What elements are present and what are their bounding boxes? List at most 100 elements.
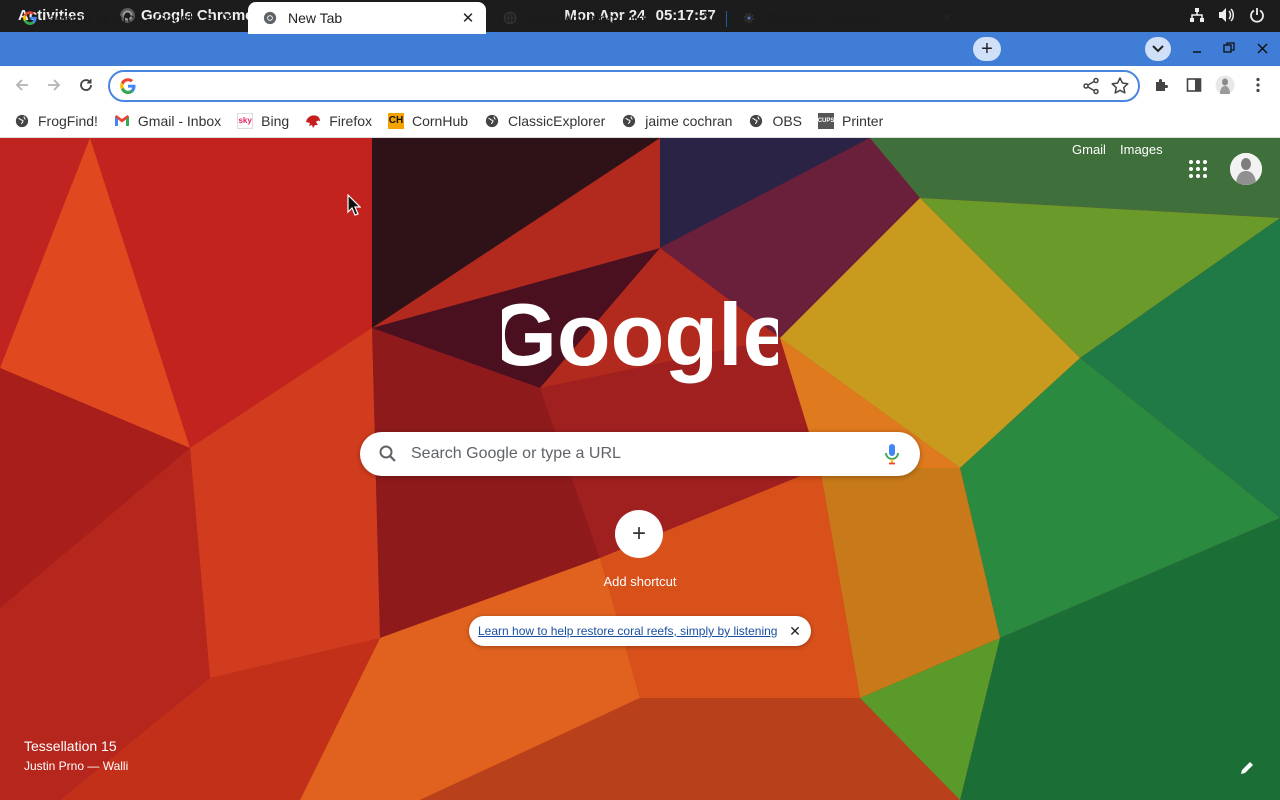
bookmark-label: CornHub bbox=[412, 112, 469, 129]
bookmark-label: Printer bbox=[842, 112, 884, 129]
globe-icon bbox=[502, 10, 518, 26]
bookmark-gmail[interactable]: Gmail - Inbox bbox=[114, 109, 221, 133]
profile-avatar-icon bbox=[1215, 75, 1235, 95]
plus-icon: + bbox=[981, 37, 993, 60]
bookmark-printer[interactable]: CUPS Printer bbox=[818, 109, 883, 133]
promo-link[interactable]: Learn how to help restore coral reefs, s… bbox=[478, 624, 777, 638]
tab-settings-security[interactable]: Settings - Security ✕ bbox=[727, 2, 965, 34]
globe-icon bbox=[484, 113, 500, 129]
side-panel-icon bbox=[1186, 78, 1202, 92]
puzzle-icon bbox=[1156, 79, 1168, 91]
bookmark-label: OBS bbox=[772, 112, 803, 129]
google-logo-text: Google bbox=[502, 293, 778, 384]
bookmark-frogfind[interactable]: FrogFind! bbox=[14, 109, 98, 133]
add-shortcut-button[interactable]: + bbox=[615, 510, 663, 558]
mouse-cursor-icon bbox=[347, 194, 361, 216]
chevron-down-icon bbox=[1152, 45, 1164, 53]
back-arrow-icon bbox=[15, 79, 28, 91]
chrome-icon bbox=[262, 10, 278, 26]
globe-icon bbox=[621, 113, 637, 129]
system-tray[interactable] bbox=[1188, 6, 1266, 24]
address-bar[interactable] bbox=[108, 70, 1140, 102]
firefox-icon bbox=[305, 113, 321, 129]
google-g-icon bbox=[120, 78, 136, 94]
extensions-button[interactable] bbox=[1152, 75, 1172, 95]
close-icon[interactable]: ✕ bbox=[787, 623, 803, 639]
browser-toolbar bbox=[0, 66, 1280, 104]
restore-button[interactable] bbox=[1219, 38, 1239, 58]
search-placeholder: Search Google or type a URL bbox=[411, 445, 621, 462]
tab-title: Settings - Security bbox=[767, 10, 881, 26]
promo-banner: Learn how to help restore coral reefs, s… bbox=[469, 616, 811, 646]
kebab-menu-icon bbox=[1256, 77, 1260, 93]
images-link[interactable]: Images bbox=[1120, 142, 1163, 157]
bookmark-label: FrogFind! bbox=[38, 112, 98, 129]
gmail-link[interactable]: Gmail bbox=[1072, 142, 1106, 157]
network-icon[interactable] bbox=[1188, 6, 1206, 24]
reload-icon bbox=[80, 79, 92, 91]
close-tab-icon[interactable]: ✕ bbox=[458, 8, 478, 28]
ch-icon: CH bbox=[388, 112, 404, 129]
google-logo: Google bbox=[502, 293, 778, 384]
bookmark-label: jaime cochran bbox=[645, 112, 733, 129]
new-tab-page: Gmail Images Google Search Google or typ… bbox=[0, 138, 1280, 800]
new-tab-button[interactable]: + bbox=[973, 37, 1001, 61]
globe-icon bbox=[748, 113, 764, 129]
ntp-search-box[interactable]: Search Google or type a URL bbox=[360, 432, 920, 476]
bookmark-jaime-cochran[interactable]: jaime cochran bbox=[621, 109, 732, 133]
address-input[interactable] bbox=[146, 76, 1046, 96]
forward-button[interactable] bbox=[44, 75, 64, 95]
tab-title: aqemu for arch - Google Search bbox=[48, 10, 212, 26]
close-window-button[interactable] bbox=[1252, 38, 1272, 58]
close-tab-icon[interactable]: ✕ bbox=[218, 8, 238, 28]
bookmark-label: Bing bbox=[261, 112, 290, 129]
bookmark-classicexplorer[interactable]: ClassicExplorer bbox=[484, 109, 605, 133]
microphone-icon[interactable] bbox=[884, 443, 900, 465]
close-tab-icon[interactable]: ✕ bbox=[698, 8, 718, 28]
close-icon bbox=[1256, 42, 1268, 54]
bookmark-label: ClassicExplorer bbox=[508, 112, 606, 129]
search-icon bbox=[379, 445, 396, 462]
forward-arrow-icon bbox=[48, 79, 61, 91]
tab-new-tab[interactable]: New Tab ✕ bbox=[248, 2, 486, 34]
cups-icon: CUPS bbox=[818, 112, 834, 129]
profile-button[interactable] bbox=[1215, 75, 1235, 95]
reload-button[interactable] bbox=[76, 75, 96, 95]
tab-strip bbox=[0, 32, 1280, 66]
pencil-icon[interactable] bbox=[1238, 759, 1256, 777]
tab-title: www.virtualbox.org bbox=[528, 10, 646, 26]
restore-icon bbox=[1223, 42, 1235, 53]
bookmarks-bar: FrogFind! Gmail - Inbox sky Bing Firefox… bbox=[0, 104, 1280, 138]
share-icon[interactable] bbox=[1082, 77, 1100, 95]
gear-icon bbox=[741, 10, 757, 26]
volume-icon[interactable] bbox=[1218, 6, 1236, 24]
tab-virtualbox[interactable]: www.virtualbox.org ✕ bbox=[488, 2, 726, 34]
plus-icon: + bbox=[631, 520, 646, 547]
tab-search-button[interactable] bbox=[1145, 37, 1171, 61]
back-button[interactable] bbox=[12, 75, 32, 95]
bookmark-star-icon[interactable] bbox=[1110, 76, 1130, 96]
bookmark-firefox[interactable]: Firefox bbox=[305, 109, 372, 133]
bookmark-obs[interactable]: OBS bbox=[748, 109, 802, 133]
bookmark-label: Gmail - Inbox bbox=[137, 112, 222, 129]
close-tab-icon[interactable]: ✕ bbox=[937, 8, 957, 28]
chrome-menu-button[interactable] bbox=[1248, 75, 1268, 95]
tab-google-search[interactable]: aqemu for arch - Google Search ✕ bbox=[8, 2, 246, 34]
minimize-icon bbox=[1193, 51, 1201, 53]
google-apps-icon[interactable] bbox=[1187, 158, 1209, 180]
tab-title: New Tab bbox=[288, 10, 343, 26]
background-title[interactable]: Tessellation 15 bbox=[24, 738, 117, 754]
side-panel-button[interactable] bbox=[1184, 75, 1204, 95]
background-credit[interactable]: Justin Prno — Walli bbox=[24, 759, 128, 773]
add-shortcut-label: Add shortcut bbox=[603, 574, 677, 589]
sky-icon: sky bbox=[237, 112, 254, 129]
gmail-icon bbox=[114, 113, 130, 129]
bookmark-bing[interactable]: sky Bing bbox=[237, 109, 289, 133]
bookmark-label: Firefox bbox=[329, 112, 372, 129]
minimize-button[interactable] bbox=[1187, 38, 1207, 58]
globe-icon bbox=[14, 113, 30, 129]
google-g-icon bbox=[22, 10, 38, 26]
bookmark-cornhub[interactable]: CH CornHub bbox=[388, 109, 468, 133]
power-icon[interactable] bbox=[1248, 6, 1266, 24]
account-avatar[interactable] bbox=[1230, 153, 1262, 185]
